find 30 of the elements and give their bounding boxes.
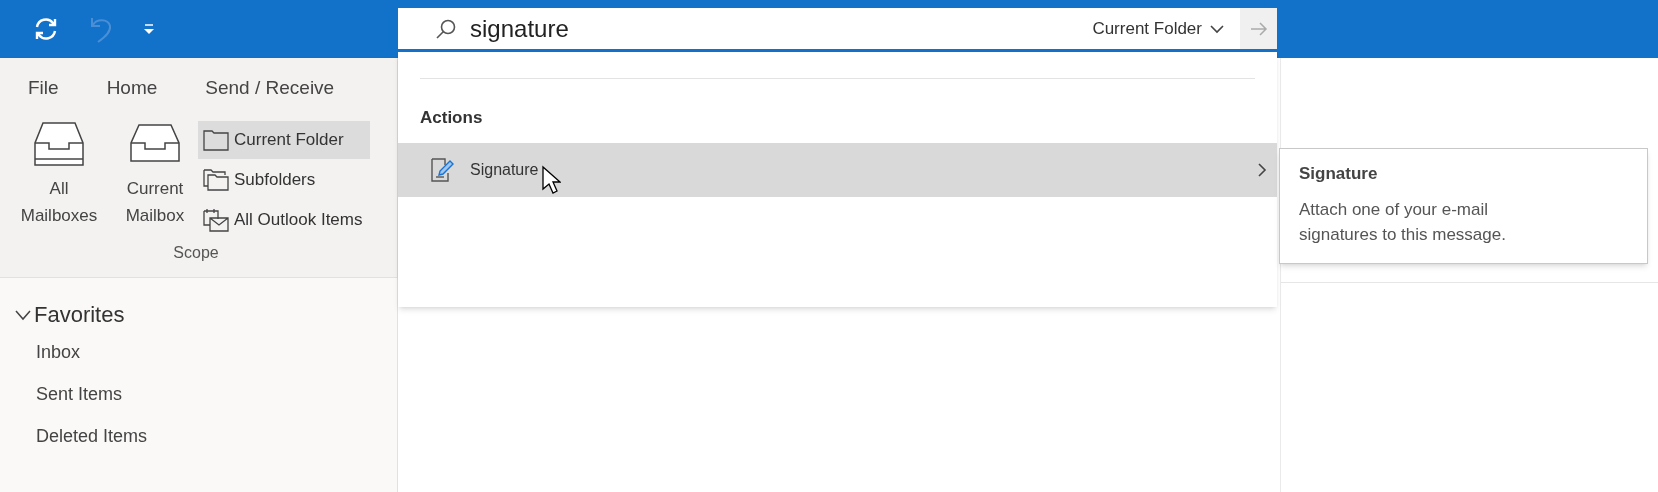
folders-icon — [202, 167, 230, 192]
tray-icon — [33, 120, 85, 167]
pointer-icon — [540, 164, 561, 195]
favorites-header[interactable]: Favorites — [0, 298, 125, 331]
folder-item[interactable]: Inbox — [36, 339, 397, 366]
chevron-down-icon — [1210, 23, 1224, 34]
folder-item[interactable]: Deleted Items — [36, 423, 397, 450]
ribbon-tab[interactable]: Send / Receive — [205, 74, 335, 103]
scope-button[interactable]: Current Mailbox — [110, 120, 200, 239]
scope-option[interactable]: All Outlook Items — [198, 200, 370, 239]
group-label: Scope — [172, 242, 220, 263]
chevron-right-icon — [1257, 161, 1267, 178]
edit-document-icon — [430, 156, 454, 183]
ribbon-tab[interactable]: Home — [106, 74, 158, 103]
scope-dropdown[interactable]: Current Folder — [1092, 15, 1240, 42]
folder-icon — [202, 127, 230, 152]
scope-button[interactable]: All Mailboxes — [14, 120, 104, 239]
section-heading: Actions — [419, 107, 484, 129]
search-input[interactable]: signature — [470, 10, 1093, 47]
scope-option[interactable]: Current Folder — [198, 120, 370, 159]
arrow-right-icon — [1249, 21, 1268, 36]
scope-option[interactable]: Subfolders — [198, 160, 370, 199]
tooltip-text: Attach one of your e-mail signatures to this message. — [1299, 198, 1507, 246]
folder-item[interactable]: Sent Items — [36, 381, 397, 408]
dropdown-icon[interactable] — [142, 22, 156, 36]
suggestion-item[interactable]: Signature — [398, 142, 1277, 197]
calendar-mail-icon — [202, 206, 230, 233]
search-field[interactable]: signature Current Folder — [398, 8, 1277, 50]
ribbon-tab[interactable]: File — [28, 74, 59, 103]
tooltip-title: Signature — [1299, 163, 1379, 185]
